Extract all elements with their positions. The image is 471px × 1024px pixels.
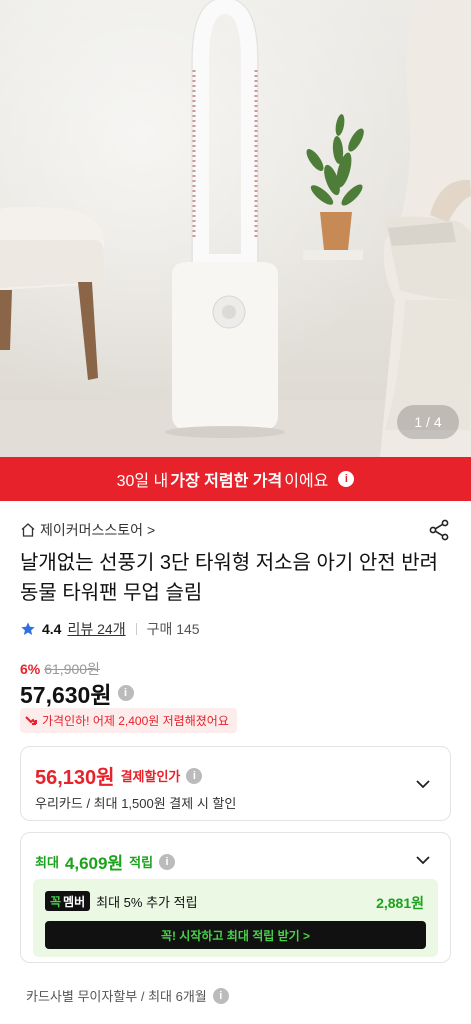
points-prefix: 최대: [35, 855, 59, 870]
store-name: 제이커머스스토어: [40, 522, 144, 538]
join-membership-button[interactable]: 꼭! 시작하고 최대 적립 받기 >: [45, 921, 426, 949]
divider: [135, 623, 137, 635]
review-link[interactable]: 리뷰 24개: [67, 619, 125, 639]
price-drop-notice: 가격인하! 어제 2,400원 저렴해졌어요: [20, 708, 237, 733]
payment-discount-price: 56,130원 결제할인가 i: [35, 761, 203, 790]
payment-discount-card[interactable]: 56,130원 결제할인가 i 우리카드 / 최대 1,500원 결제 시 할인: [20, 746, 451, 821]
member-bonus-box: 꼭 멤버 최대 5% 추가 적립 2,881원 꼭! 시작하고 최대 적립 받기…: [33, 879, 438, 957]
product-photo-illustration: [0, 0, 471, 457]
member-badge-text: 멤버: [63, 894, 86, 909]
star-icon: [21, 622, 35, 635]
payment-discount-label: 결제할인가: [120, 769, 181, 784]
chevron-right-icon: >: [147, 522, 156, 538]
points-card[interactable]: 최대 4,609원 적립 i 꼭 멤버 최대 5% 추가 적립 2,881원 꼭…: [20, 832, 451, 963]
member-bonus-amount: 2,881원: [376, 895, 424, 911]
price-row: 57,630원 i: [20, 676, 134, 710]
arrow-down-icon: [25, 715, 37, 725]
member-badge-prefix: 꼭: [50, 894, 62, 909]
info-icon[interactable]: i: [159, 853, 176, 870]
info-icon[interactable]: i: [212, 987, 229, 1004]
lowest-price-banner[interactable]: 30일 내 가장 저렴한 가격 이에요 i: [0, 457, 471, 501]
purchase-count: 구매 145: [146, 621, 200, 637]
chevron-down-icon[interactable]: [414, 775, 432, 793]
product-image[interactable]: 1 / 4: [0, 0, 471, 457]
installment-info: 카드사별 무이자할부 / 최대 6개월 i: [26, 986, 229, 1005]
banner-text-strong: 가장 저렴한 가격: [170, 473, 283, 490]
info-icon[interactable]: i: [186, 767, 203, 784]
sale-price: 57,630원: [20, 682, 112, 708]
image-counter: 1 / 4: [397, 405, 459, 439]
store-link[interactable]: 제이커머스스토어 >: [20, 520, 155, 540]
payment-discount-amount: 56,130원: [35, 767, 115, 789]
points-header: 최대 4,609원 적립 i: [35, 849, 176, 874]
share-icon[interactable]: [427, 518, 451, 542]
info-icon[interactable]: i: [338, 471, 355, 487]
info-icon[interactable]: i: [117, 685, 134, 701]
discount-percent: 6%: [20, 661, 41, 677]
points-amount: 4,609원: [64, 854, 124, 873]
home-icon: [21, 523, 35, 537]
payment-discount-detail: 우리카드 / 최대 1,500원 결제 시 할인: [35, 796, 237, 811]
member-badge: 꼭 멤버: [45, 891, 91, 911]
rating-score: 4.4: [42, 621, 62, 637]
rating-row: 4.4 리뷰 24개 구매 145: [20, 619, 200, 639]
product-title: 날개없는 선풍기 3단 타워형 저소음 아기 안전 반려동물 타워팬 무업 슬림: [20, 552, 439, 604]
banner-text-post: 이에요: [284, 473, 329, 490]
chevron-down-icon[interactable]: [414, 851, 432, 869]
banner-text-pre: 30일 내: [116, 473, 169, 490]
installment-text: 카드사별 무이자할부 / 최대 6개월: [26, 989, 207, 1004]
price-drop-text: 가격인하! 어제 2,400원 저렴해졌어요: [42, 714, 229, 728]
points-suffix: 적립: [129, 855, 154, 870]
member-bonus-text: 최대 5% 추가 적립: [96, 894, 198, 910]
member-bonus-row: 꼭 멤버 최대 5% 추가 적립: [45, 891, 198, 911]
